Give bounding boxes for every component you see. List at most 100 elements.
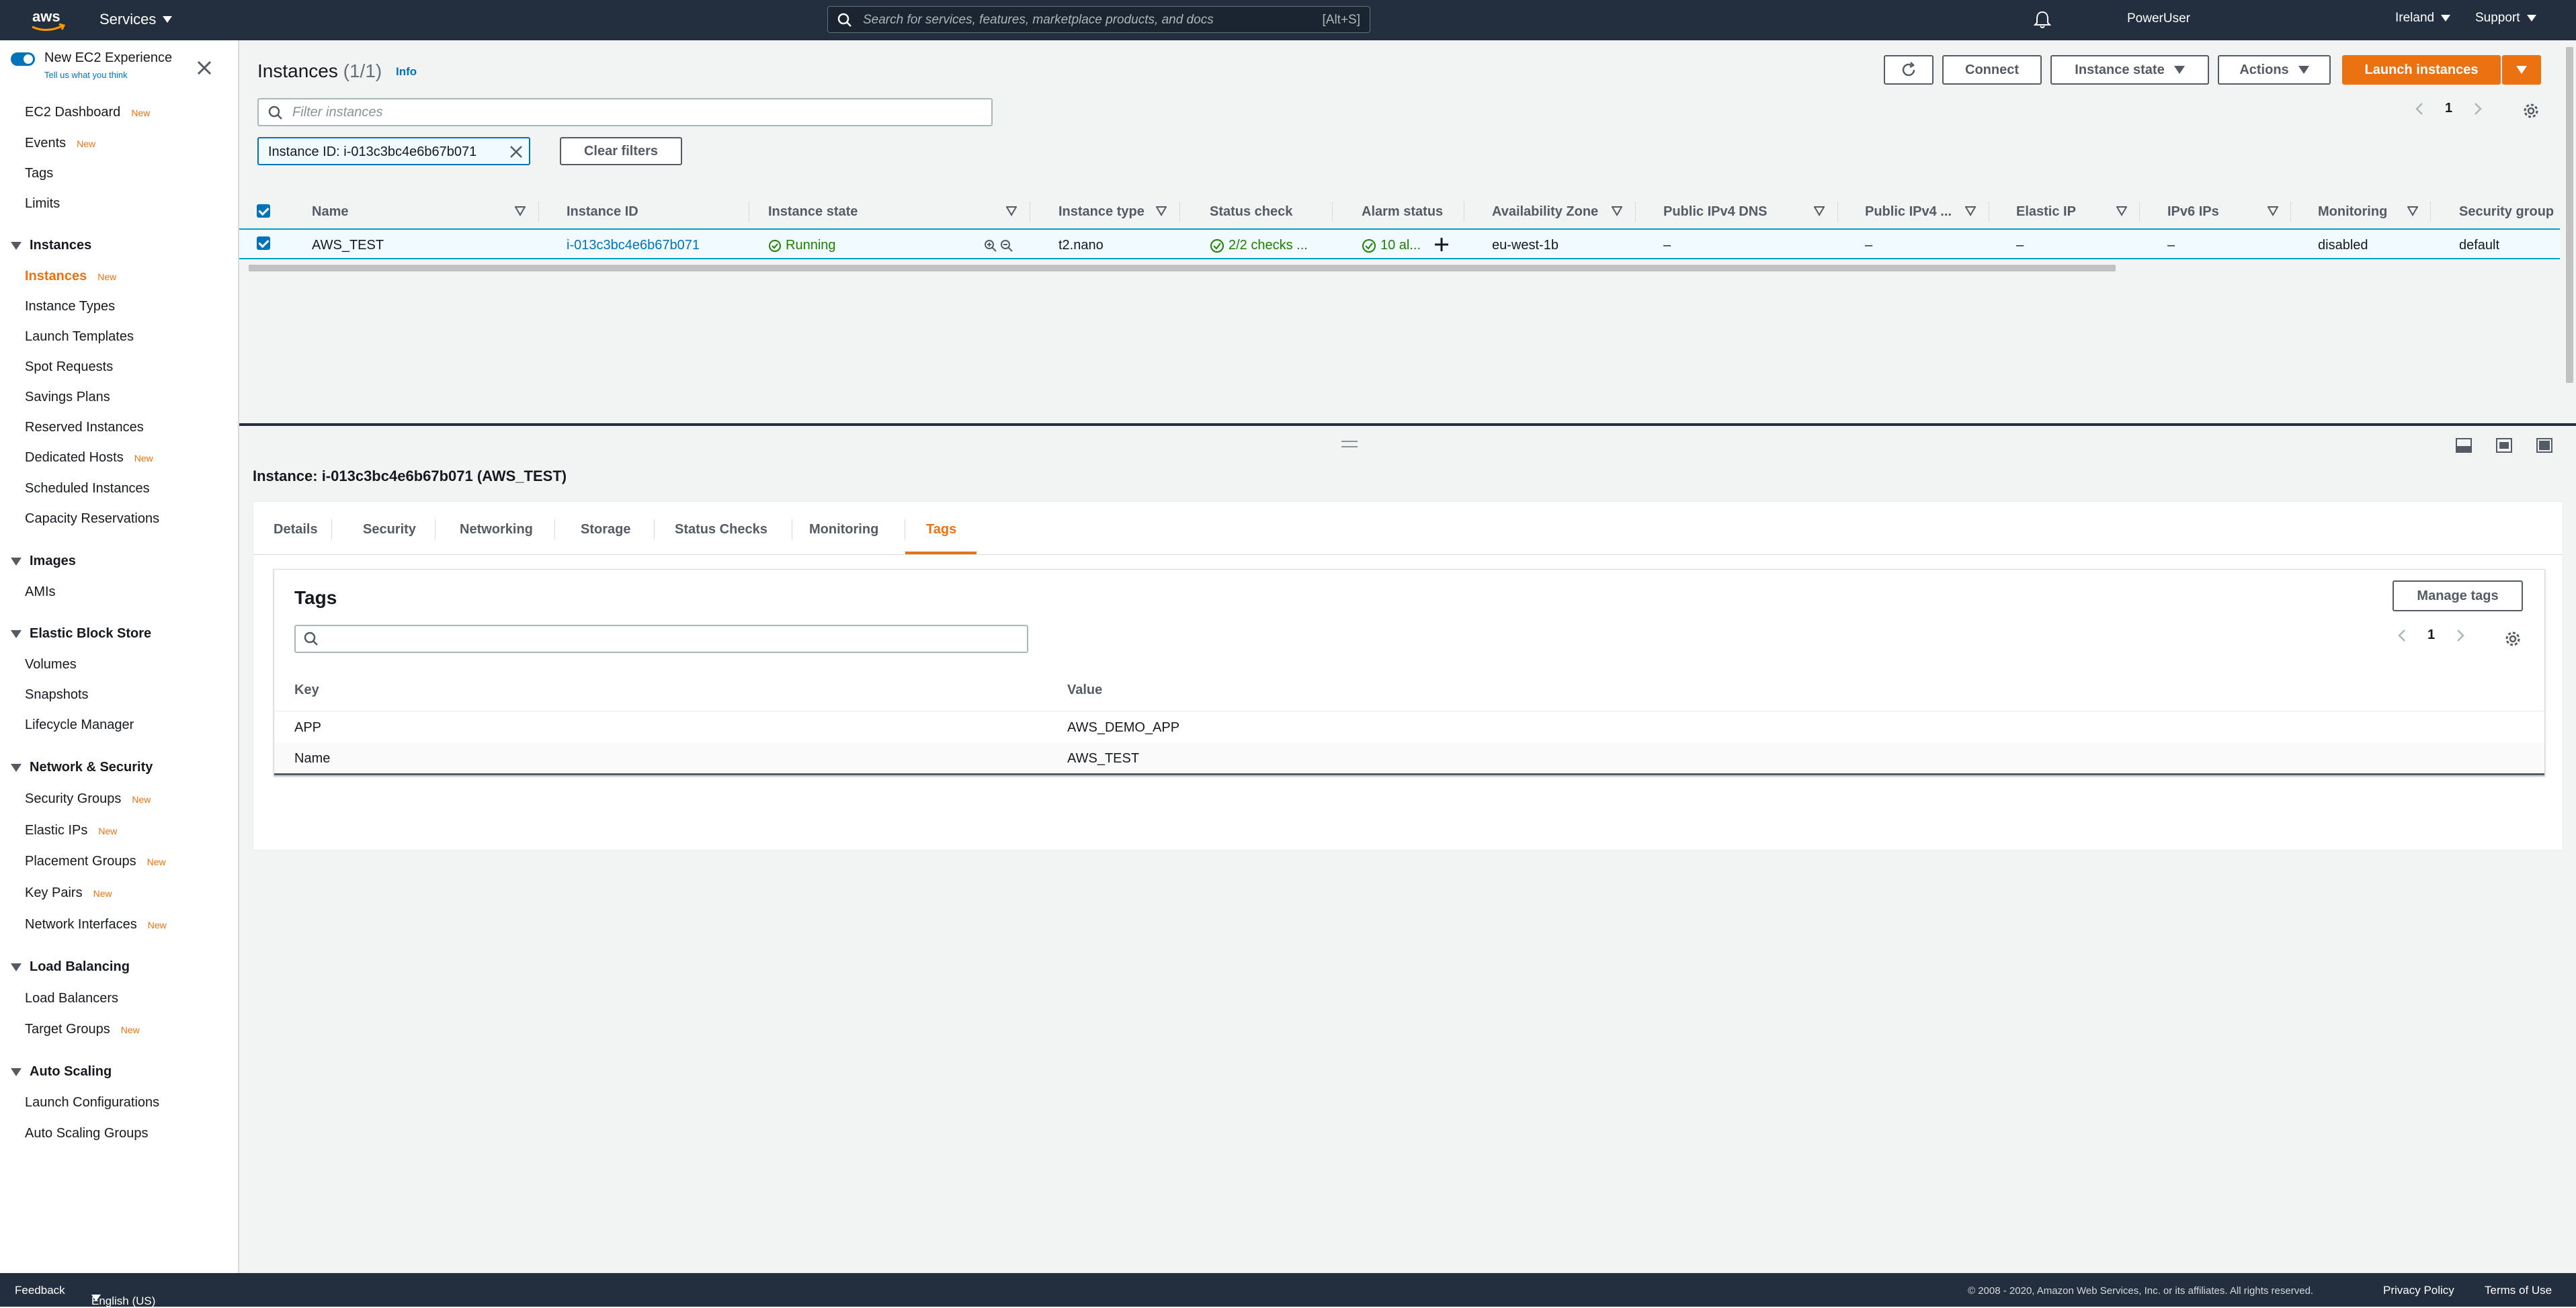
region-menu[interactable]: Ireland	[2395, 11, 2451, 26]
column-header-ipv6-ips[interactable]: IPv6 IPs	[2167, 204, 2219, 220]
resize-handle[interactable]	[1341, 441, 1358, 447]
column-header-availability-zone[interactable]: Availability Zone	[1492, 204, 1598, 220]
column-header-elastic-ip[interactable]: Elastic IP	[2016, 204, 2076, 220]
horizontal-scrollbar[interactable]	[241, 262, 2557, 274]
support-menu[interactable]: Support	[2475, 11, 2536, 26]
tags-search-input[interactable]	[294, 625, 1028, 653]
tab-tags[interactable]: Tags	[926, 522, 956, 537]
sort-icon[interactable]	[1965, 206, 1976, 216]
sidebar-item-amis[interactable]: AMIs	[25, 584, 56, 600]
tab-storage[interactable]: Storage	[581, 522, 630, 537]
manage-tags-button[interactable]: Manage tags	[2393, 580, 2523, 611]
sidebar-item-auto-scaling-groups[interactable]: Auto Scaling Groups	[25, 1126, 148, 1141]
sort-icon[interactable]	[1156, 206, 1167, 216]
sort-icon[interactable]	[515, 206, 526, 216]
column-header-alarm-status[interactable]: Alarm status	[1362, 204, 1443, 220]
sidebar-item-spot-requests[interactable]: Spot Requests	[25, 359, 113, 375]
sidebar-item-volumes[interactable]: Volumes	[25, 657, 77, 672]
sidebar-item-reserved-instances[interactable]: Reserved Instances	[25, 420, 144, 435]
scrollbar-thumb[interactable]	[2566, 47, 2573, 383]
tab-security[interactable]: Security	[363, 522, 416, 537]
column-header-security-group[interactable]: Security group	[2459, 204, 2554, 220]
launch-instances-button[interactable]: Launch instances	[2342, 55, 2501, 85]
sidebar-item-dedicated-hosts[interactable]: Dedicated Hosts New	[25, 450, 153, 466]
sidebar-item-savings-plans[interactable]: Savings Plans	[25, 390, 110, 405]
section-elastic-block-store[interactable]: Elastic Block Store	[11, 626, 151, 642]
plus-icon[interactable]	[1434, 237, 1449, 252]
sort-icon[interactable]	[1006, 206, 1017, 216]
column-header-instance-id[interactable]: Instance ID	[567, 204, 638, 220]
chevron-left-icon[interactable]	[2398, 629, 2406, 642]
sort-icon[interactable]	[2407, 206, 2418, 216]
launch-options-dropdown[interactable]	[2502, 55, 2541, 85]
sidebar-item-lifecycle-manager[interactable]: Lifecycle Manager	[25, 717, 134, 733]
cell-instance-id-link[interactable]: i-013c3bc4e6b67b071	[567, 238, 700, 253]
panel-side-icon[interactable]	[2496, 438, 2512, 453]
sidebar-item-instance-types[interactable]: Instance Types	[25, 299, 115, 314]
tab-networking[interactable]: Networking	[460, 522, 533, 537]
terms-of-use-link[interactable]: Terms of Use	[2485, 1284, 2552, 1297]
bell-icon[interactable]	[2034, 10, 2051, 29]
column-header-public-ipv4[interactable]: Public IPv4 ...	[1865, 204, 1952, 220]
column-header-instance-state[interactable]: Instance state	[768, 204, 858, 220]
tab-details[interactable]: Details	[274, 522, 318, 537]
page-number[interactable]: 1	[2427, 627, 2435, 643]
user-menu[interactable]: PowerUser	[2127, 11, 2190, 26]
cell-status-check[interactable]: 2/2 checks ...	[1210, 238, 1308, 253]
tell-us-link[interactable]: Tell us what you think	[44, 70, 128, 80]
chevron-right-icon[interactable]	[2456, 629, 2464, 642]
sidebar-item-events[interactable]: Events New	[25, 136, 95, 151]
sidebar-item-tags[interactable]: Tags	[25, 166, 53, 181]
sidebar-item-placement-groups[interactable]: Placement Groups New	[25, 854, 166, 869]
section-auto-scaling[interactable]: Auto Scaling	[11, 1064, 112, 1080]
section-instances[interactable]: Instances	[11, 238, 91, 253]
sidebar-item-elastic-ips[interactable]: Elastic IPs New	[25, 823, 117, 838]
clear-filters-button[interactable]: Clear filters	[560, 137, 682, 165]
column-header-name[interactable]: Name	[312, 204, 348, 220]
services-menu[interactable]: Services	[99, 11, 173, 28]
sidebar-item-ec2-dashboard[interactable]: EC2 Dashboard New	[25, 105, 150, 120]
aws-logo[interactable]: aws	[28, 5, 69, 35]
sort-icon[interactable]	[1814, 206, 1825, 216]
actions-button[interactable]: Actions	[2218, 55, 2331, 85]
gear-icon[interactable]	[2522, 102, 2540, 120]
column-header-public-ipv4-dns[interactable]: Public IPv4 DNS	[1663, 204, 1768, 220]
section-load-balancing[interactable]: Load Balancing	[11, 959, 130, 975]
select-all-checkbox[interactable]	[257, 204, 270, 218]
sidebar-item-limits[interactable]: Limits	[25, 196, 60, 212]
sidebar-item-load-balancers[interactable]: Load Balancers	[25, 991, 118, 1006]
sidebar-item-instances[interactable]: Instances New	[25, 269, 116, 284]
vertical-scrollbar[interactable]	[2563, 40, 2576, 422]
instance-state-button[interactable]: Instance state	[2050, 55, 2209, 85]
sidebar-item-launch-templates[interactable]: Launch Templates	[25, 329, 134, 345]
sidebar-item-snapshots[interactable]: Snapshots	[25, 687, 89, 703]
sidebar-item-scheduled-instances[interactable]: Scheduled Instances	[25, 481, 150, 496]
scrollbar-thumb[interactable]	[249, 265, 2116, 271]
column-header-monitoring[interactable]: Monitoring	[2318, 204, 2387, 220]
section-network-security[interactable]: Network & Security	[11, 760, 153, 775]
tab-monitoring[interactable]: Monitoring	[809, 522, 878, 537]
panel-hide-icon[interactable]	[2536, 438, 2552, 453]
column-header-instance-type[interactable]: Instance type	[1058, 204, 1145, 220]
chevron-right-icon[interactable]	[2474, 102, 2482, 116]
sort-icon[interactable]	[2268, 206, 2278, 216]
sort-icon[interactable]	[1612, 206, 1622, 216]
close-icon[interactable]	[509, 144, 524, 159]
zoom-in-icon[interactable]	[984, 239, 997, 253]
sidebar-item-target-groups[interactable]: Target Groups New	[25, 1022, 140, 1037]
sidebar-item-network-interfaces[interactable]: Network Interfaces New	[25, 917, 167, 932]
filter-instances-input[interactable]: Filter instances	[257, 98, 993, 126]
sidebar-item-launch-configurations[interactable]: Launch Configurations	[25, 1095, 159, 1110]
connect-button[interactable]: Connect	[1942, 55, 2042, 85]
row-checkbox[interactable]	[257, 236, 270, 250]
panel-bottom-icon[interactable]	[2456, 438, 2472, 453]
tab-status-checks[interactable]: Status Checks	[675, 522, 767, 537]
page-number[interactable]: 1	[2445, 101, 2452, 116]
cell-alarm-status[interactable]: 10 al...	[1362, 238, 1421, 253]
section-images[interactable]: Images	[11, 554, 76, 569]
new-experience-toggle[interactable]	[11, 52, 35, 66]
column-header-status-check[interactable]: Status check	[1210, 204, 1292, 220]
sort-icon[interactable]	[2116, 206, 2127, 216]
refresh-button[interactable]	[1884, 55, 1934, 85]
feedback-link[interactable]: Feedback	[15, 1284, 65, 1297]
